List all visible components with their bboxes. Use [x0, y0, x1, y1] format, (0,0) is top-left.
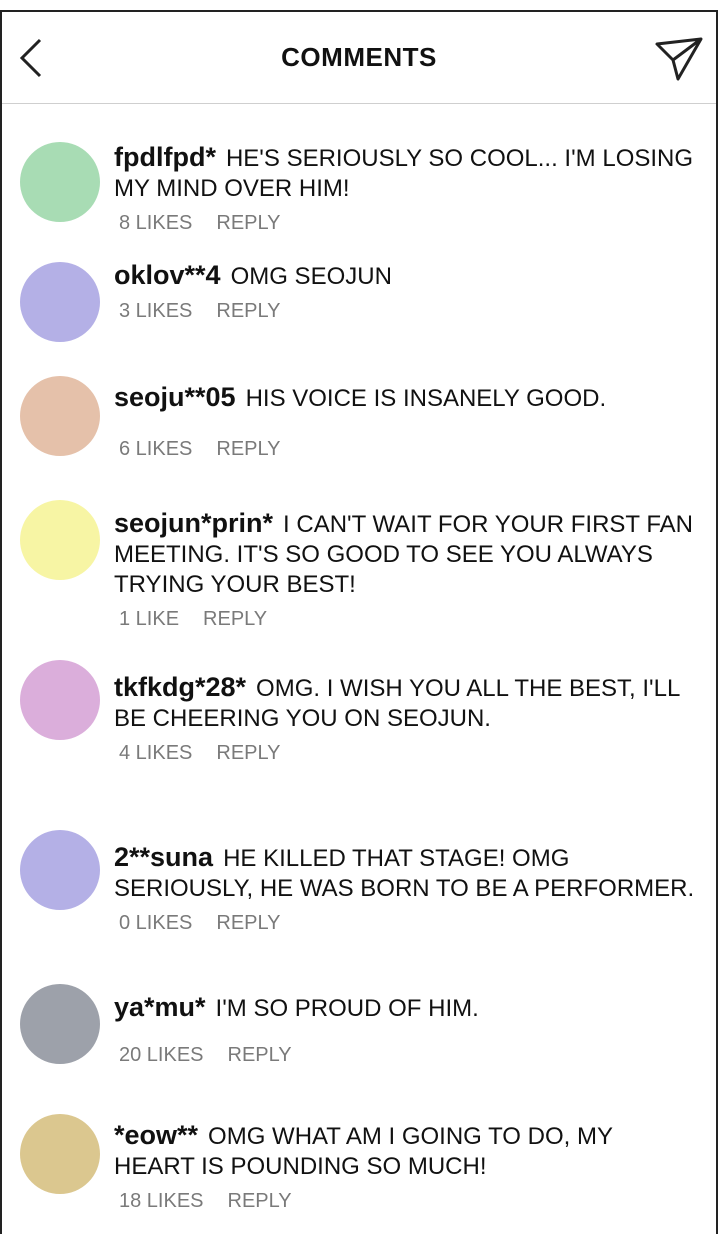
likes-count[interactable]: 6 LIKES — [119, 438, 192, 461]
username[interactable]: seojun*prin* — [114, 508, 273, 538]
likes-count[interactable]: 18 LIKES — [119, 1190, 204, 1213]
reply-button[interactable]: REPLY — [216, 438, 280, 461]
username[interactable]: oklov**4 — [114, 260, 221, 290]
reply-button[interactable]: REPLY — [216, 212, 280, 235]
reply-button[interactable]: REPLY — [216, 742, 280, 765]
avatar[interactable] — [20, 660, 100, 740]
likes-count[interactable]: 1 LIKE — [119, 608, 179, 631]
reply-button[interactable]: REPLY — [203, 608, 267, 631]
username[interactable]: fpdlfpd* — [114, 142, 216, 172]
app-frame: COMMENTS fpdlfpd* HE'S SERIOUSLY SO COOL.… — [0, 10, 718, 1234]
comment-text: HIS VOICE IS INSANELY GOOD. — [245, 385, 607, 412]
page-title: COMMENTS — [281, 42, 437, 72]
likes-count[interactable]: 20 LIKES — [119, 1044, 204, 1067]
avatar[interactable] — [20, 984, 100, 1064]
username[interactable]: tkfkdg*28* — [114, 672, 246, 702]
avatar[interactable] — [20, 830, 100, 910]
avatar[interactable] — [20, 262, 100, 342]
reply-button[interactable]: REPLY — [216, 300, 280, 323]
likes-count[interactable]: 8 LIKES — [119, 212, 192, 235]
header: COMMENTS — [2, 12, 716, 104]
reply-button[interactable]: REPLY — [228, 1190, 292, 1213]
username[interactable]: 2**suna — [114, 842, 213, 872]
comment-text: OMG SEOJUN — [230, 263, 392, 290]
reply-button[interactable]: REPLY — [228, 1044, 292, 1067]
reply-button[interactable]: REPLY — [216, 912, 280, 935]
avatar[interactable] — [20, 1114, 100, 1194]
comment-text: I'M SO PROUD OF HIM. — [215, 995, 479, 1022]
username[interactable]: ya*mu* — [114, 992, 206, 1022]
username[interactable]: seoju**05 — [114, 382, 236, 412]
send-button[interactable] — [654, 34, 704, 84]
likes-count[interactable]: 3 LIKES — [119, 300, 192, 323]
avatar[interactable] — [20, 376, 100, 456]
likes-count[interactable]: 4 LIKES — [119, 742, 192, 765]
send-icon — [655, 37, 703, 81]
likes-count[interactable]: 0 LIKES — [119, 912, 192, 935]
avatar[interactable] — [20, 142, 100, 222]
username[interactable]: *eow** — [114, 1120, 198, 1150]
avatar[interactable] — [20, 500, 100, 580]
